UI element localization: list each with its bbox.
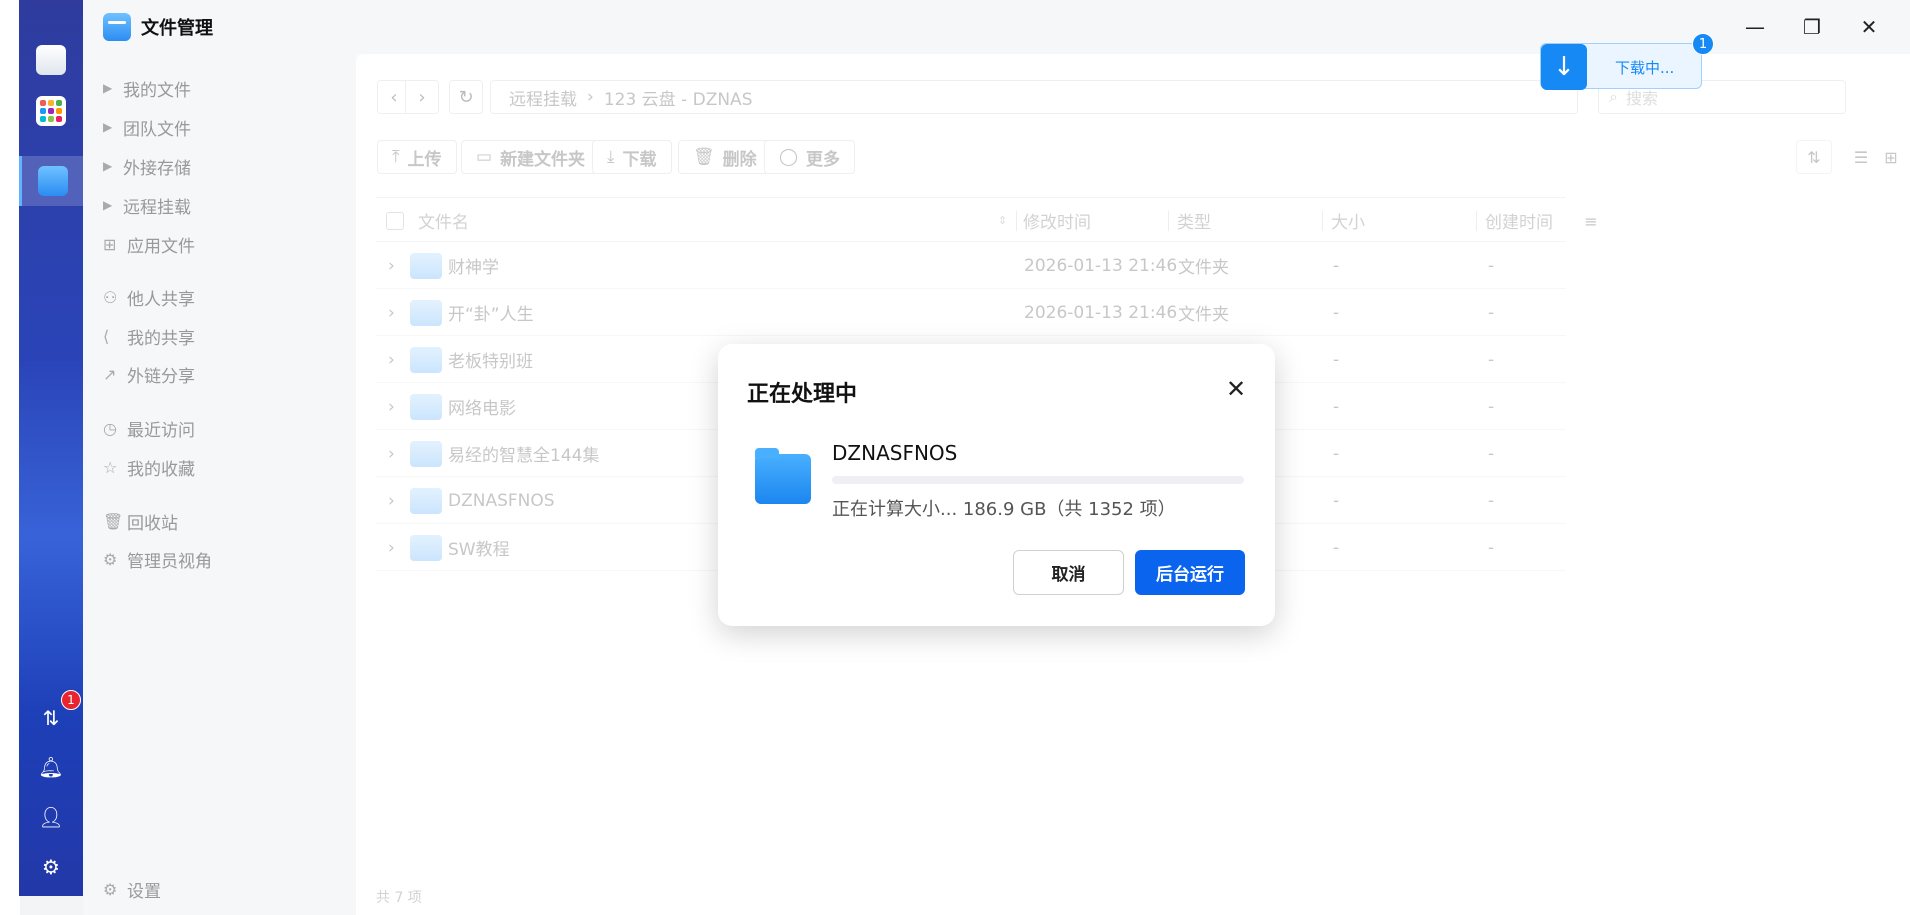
monitor-icon [36, 45, 66, 75]
folder-icon [755, 448, 811, 504]
dock-settings-button[interactable]: ⚙ [19, 842, 83, 892]
share-icon: ⟨ [103, 326, 110, 346]
external-link-icon: ↗ [103, 364, 117, 384]
clock-icon: ◷ [103, 418, 117, 438]
transfer-badge: 1 [61, 690, 81, 710]
close-icon[interactable]: ✕ [1221, 374, 1251, 404]
sidebar-item-recent[interactable]: ◷ 最近访问 [103, 412, 195, 444]
sidebar-item-my-shares[interactable]: ⟨ 我的共享 [103, 320, 195, 352]
grid-icon: ⊞ [103, 234, 117, 254]
download-status: 下载中... [1615, 59, 1675, 77]
folder-icon [37, 166, 68, 196]
dialog-title: 正在处理中 [747, 382, 858, 407]
dialog-folder-name: DZNASFNOS [832, 441, 958, 465]
star-icon: ☆ [103, 457, 118, 477]
caret-right-icon: ▶ [103, 198, 113, 212]
dock-desktop-button[interactable] [19, 35, 83, 85]
dock-transfer-button[interactable]: ⇅ 1 [19, 690, 83, 743]
caret-right-icon: ▶ [103, 159, 113, 173]
gear-icon: ⚙ [42, 855, 60, 879]
apps-icon [36, 96, 66, 126]
transfer-icon: ⇅ [42, 706, 60, 730]
progress-bar [832, 476, 1244, 484]
users-icon: ⚇ [103, 287, 118, 307]
bell-icon: 🔔︎ [38, 755, 64, 779]
download-progress-toast[interactable]: ↓ 下载中... 1 [1540, 33, 1714, 90]
sidebar-item-my-files[interactable]: ▶ 我的文件 [103, 72, 191, 104]
arrow-down-icon: ↓ [1541, 44, 1587, 90]
trash-icon: 🗑︎ [103, 511, 124, 531]
download-badge: 1 [1692, 33, 1714, 55]
caret-right-icon: ▶ [103, 81, 113, 95]
dock-file-manager-button[interactable] [19, 156, 83, 206]
maximize-button[interactable]: ❐ [1797, 12, 1827, 42]
cancel-button[interactable]: 取消 [1013, 550, 1124, 595]
file-manager-app-icon [103, 13, 131, 41]
dock: ⇅ 1 🔔︎ 👤︎ ⚙ [19, 0, 83, 896]
app-title: 文件管理 [141, 18, 213, 39]
dock-apps-button[interactable] [19, 86, 83, 136]
sidebar-item-external-storage[interactable]: ▶ 外接存储 [103, 150, 191, 182]
dock-frame [0, 0, 20, 915]
sidebar-settings[interactable]: ⚙ 设置 [103, 873, 161, 905]
caret-right-icon: ▶ [103, 120, 113, 134]
dock-notification-button[interactable]: 🔔︎ [19, 742, 83, 792]
run-in-background-button[interactable]: 后台运行 [1135, 550, 1245, 595]
sidebar: ▶ 我的文件 ▶ 团队文件 ▶ 外接存储 ▶ 远程挂载 ⊞ 应用文件 ⚇ 他人共享 ⟨ 我的共… [83, 54, 356, 915]
sidebar-item-shared-with-me[interactable]: ⚇ 他人共享 [103, 281, 195, 313]
dialog-status: 正在计算大小... 186.9 GB（共 1352 项） [832, 499, 1176, 520]
close-window-button[interactable]: ✕ [1854, 12, 1884, 42]
admin-icon: ⚙ [103, 549, 118, 569]
sidebar-item-app-files[interactable]: ⊞ 应用文件 [103, 228, 195, 260]
sidebar-item-team-files[interactable]: ▶ 团队文件 [103, 111, 191, 143]
sidebar-item-link-shares[interactable]: ↗ 外链分享 [103, 358, 195, 390]
minimize-button[interactable]: — [1740, 12, 1770, 42]
sidebar-item-remote-mount[interactable]: ▶ 远程挂载 [103, 189, 191, 221]
user-icon: 👤︎ [38, 805, 64, 829]
processing-dialog: 正在处理中 ✕ DZNASFNOS 正在计算大小... 186.9 GB（共 1… [718, 344, 1275, 626]
sidebar-item-admin-view[interactable]: ⚙ 管理员视角 [103, 543, 212, 575]
sidebar-item-favorites[interactable]: ☆ 我的收藏 [103, 451, 195, 483]
gear-icon: ⚙ [103, 879, 118, 899]
sidebar-item-recycle-bin[interactable]: 🗑︎ 回收站 [103, 505, 178, 537]
dock-user-button[interactable]: 👤︎ [19, 792, 83, 842]
